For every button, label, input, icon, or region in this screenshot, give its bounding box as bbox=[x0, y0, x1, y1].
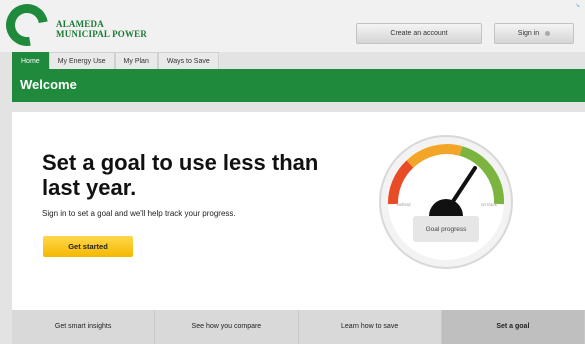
hero-subtitle: Sign in to set a goal and we'll help tra… bbox=[42, 209, 236, 218]
logo-icon[interactable] bbox=[0, 0, 57, 55]
gauge-left-tick: behind bbox=[397, 202, 411, 207]
hero-panel: Set a goal to use less than last year. S… bbox=[12, 112, 585, 310]
tab-ways-to-save[interactable]: Ways to Save bbox=[157, 52, 219, 69]
feature-tabs: Get smart insights See how you compare L… bbox=[12, 310, 585, 344]
tab-set-a-goal[interactable]: Set a goal bbox=[441, 310, 585, 344]
sign-in-label: Sign in bbox=[517, 30, 540, 37]
gauge-graphic bbox=[379, 135, 513, 269]
brand-line-1: ALAMEDA bbox=[56, 19, 104, 29]
brand-name[interactable]: ALAMEDA MUNICIPAL POWER bbox=[56, 19, 147, 39]
welcome-bar: Welcome bbox=[12, 69, 585, 102]
create-account-button[interactable]: Create an account bbox=[356, 23, 482, 44]
hero-title: Set a goal to use less than last year. bbox=[42, 150, 319, 200]
tab-get-smart-insights[interactable]: Get smart insights bbox=[12, 310, 156, 344]
main-nav: Home My Energy Use My Plan Ways to Save bbox=[12, 52, 219, 69]
gauge-label: Goal progress bbox=[425, 226, 467, 233]
tab-my-energy-use[interactable]: My Energy Use bbox=[48, 52, 115, 69]
sign-in-indicator-icon bbox=[545, 30, 551, 36]
gauge-right-tick: on track bbox=[481, 202, 498, 207]
tab-see-how-you-compare[interactable]: See how you compare bbox=[155, 310, 299, 344]
sign-in-button[interactable]: Sign in bbox=[494, 23, 574, 44]
site-header: ALAMEDA MUNICIPAL POWER Create an accoun… bbox=[0, 0, 585, 55]
tab-home[interactable]: Home bbox=[12, 52, 49, 69]
tab-my-plan[interactable]: My Plan bbox=[114, 52, 158, 69]
brand-line-2: MUNICIPAL POWER bbox=[56, 29, 148, 39]
get-started-button[interactable]: Get started bbox=[43, 236, 133, 257]
corner-arrow-icon: ↘ bbox=[575, 3, 581, 9]
tab-learn-how-to-save[interactable]: Learn how to save bbox=[298, 310, 442, 344]
goal-progress-gauge: behind on track Goal progress bbox=[373, 132, 519, 272]
page-title: Welcome bbox=[20, 77, 77, 92]
